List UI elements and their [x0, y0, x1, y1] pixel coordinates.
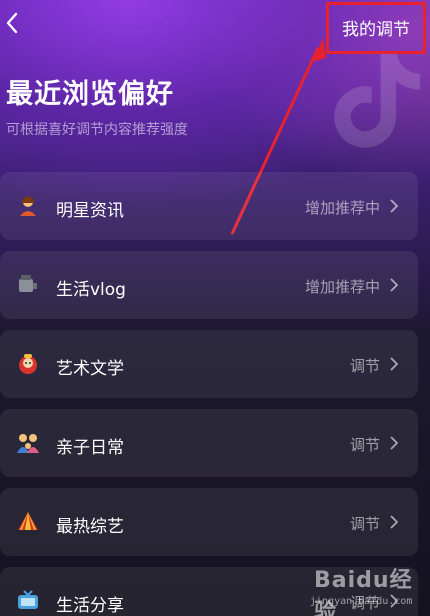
art-emoji-icon [19, 354, 37, 374]
person-emoji-icon [20, 196, 36, 216]
chevron-right-icon [390, 357, 399, 371]
list-item-art-literature[interactable]: 艺术文学 调节 [0, 330, 418, 398]
my-adjust-button[interactable]: 我的调节 [326, 2, 426, 54]
list-item-star-news[interactable]: 明星资讯 增加推荐中 [0, 172, 418, 240]
chevron-left-icon [6, 12, 18, 34]
list-item-status: 调节 [349, 436, 380, 454]
list-item-label: 最热综艺 [56, 517, 124, 537]
tiktok-logo-watermark-icon [334, 51, 421, 148]
list-item-hot-variety[interactable]: 最热综艺 调节 [0, 488, 418, 556]
list-item-label: 生活vlog [56, 280, 126, 300]
family-emoji-icon [17, 434, 39, 453]
chevron-right-icon [390, 436, 399, 450]
list-item-life-vlog[interactable]: 生活vlog 增加推荐中 [0, 251, 418, 319]
list-item-status: 调节 [349, 515, 380, 533]
list-item-label: 生活分享 [56, 596, 124, 616]
list-item-status: 增加推荐中 [304, 199, 380, 217]
chevron-right-icon [390, 515, 399, 529]
list-item-label: 亲子日常 [56, 438, 124, 458]
my-adjust-label: 我的调节 [342, 20, 410, 40]
list-item-label: 艺术文学 [56, 359, 124, 379]
tv-emoji-icon [18, 590, 38, 609]
back-button[interactable] [0, 10, 24, 36]
chevron-right-icon [390, 199, 399, 213]
list-item-parenting[interactable]: 亲子日常 调节 [0, 409, 418, 477]
list-item-status: 调节 [349, 357, 380, 375]
page-title: 最近浏览偏好 [6, 79, 174, 110]
circus-tent-emoji-icon [18, 512, 38, 530]
baidu-jingyan-watermark: Baidu经验 jingyan.baidu.com [310, 562, 430, 616]
list-item-status: 增加推荐中 [304, 278, 380, 296]
list-item-label: 明星资讯 [56, 201, 124, 221]
watermark-url: jingyan.baidu.com [310, 596, 413, 607]
vlog-emoji-icon [19, 275, 37, 292]
watermark-brand: Baidu经验 [314, 568, 413, 616]
page-subtitle: 可根据喜好调节内容推荐强度 [6, 122, 188, 138]
chevron-right-icon [390, 278, 399, 292]
